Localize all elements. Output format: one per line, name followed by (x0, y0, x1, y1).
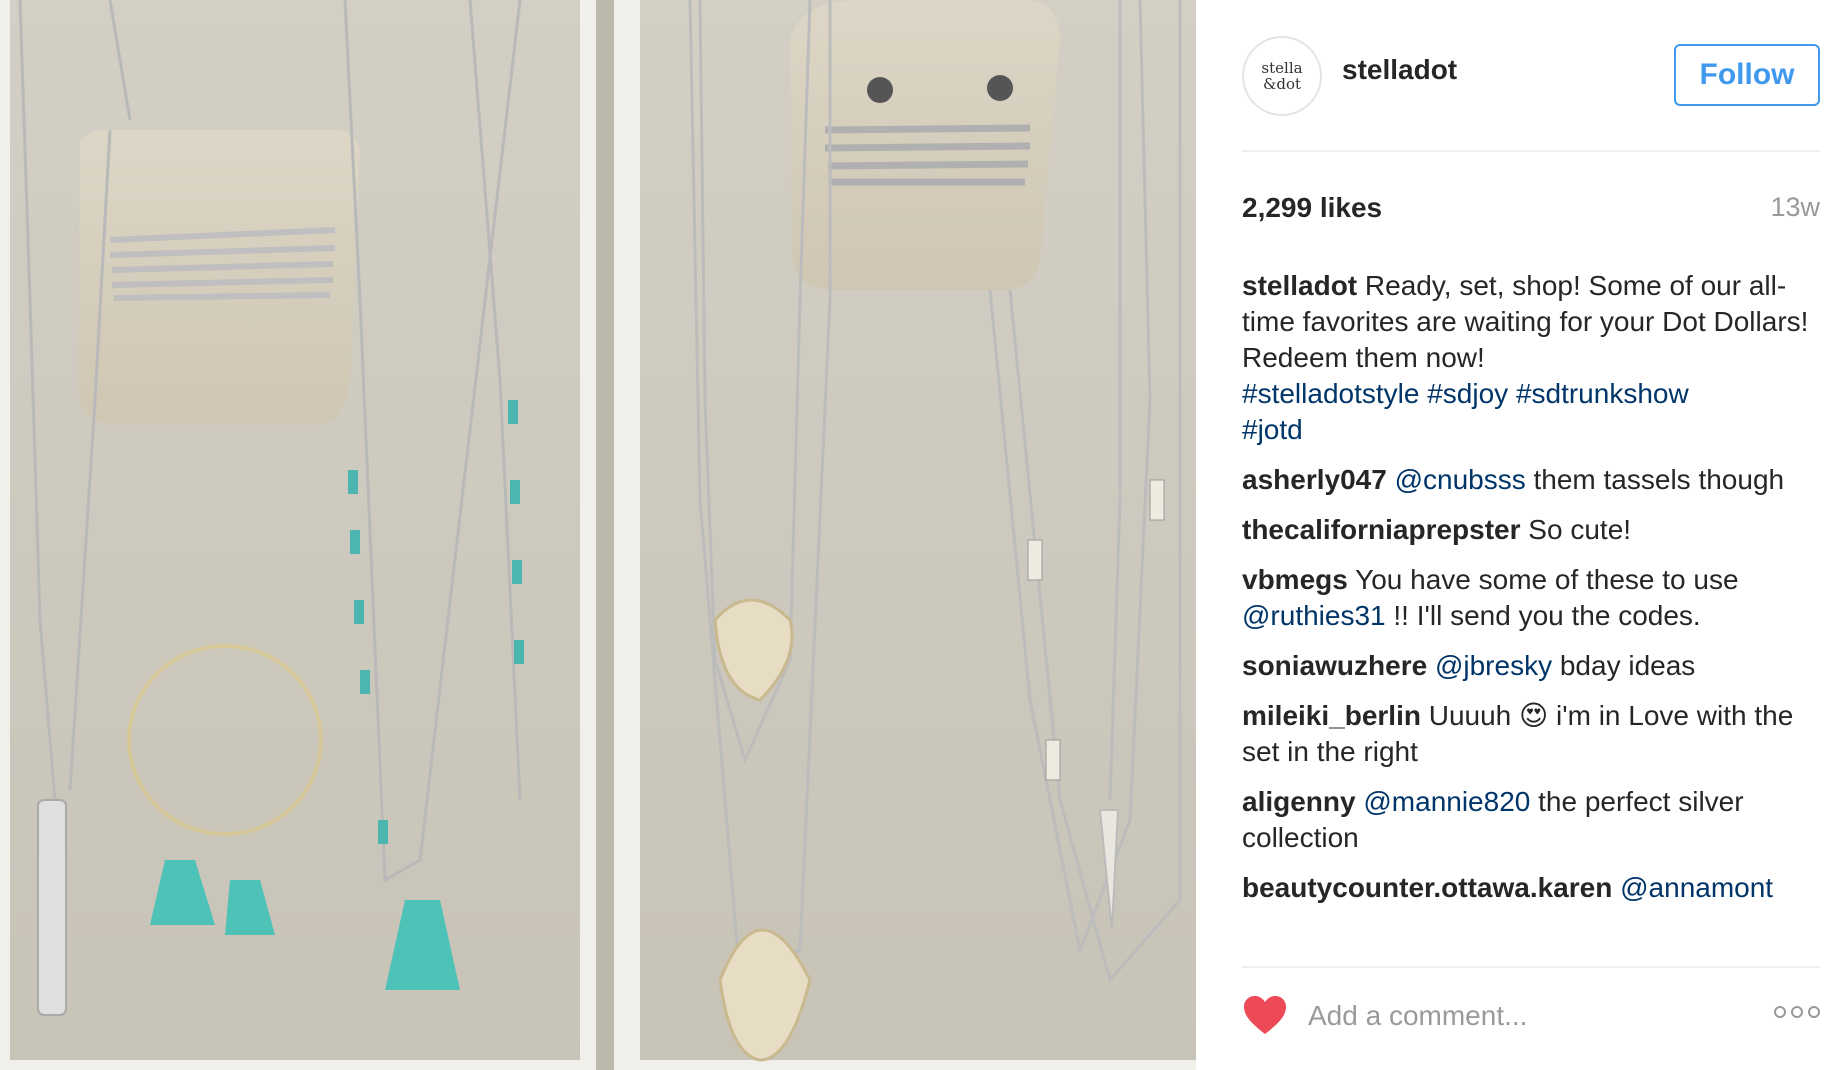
post-photo[interactable] (0, 0, 1196, 1070)
hashtag[interactable]: #jotd (1242, 414, 1303, 445)
dot-icon (1808, 1006, 1820, 1018)
avatar[interactable]: stella &dot (1242, 36, 1322, 116)
post-footer (1242, 990, 1820, 1046)
dot-icon (1791, 1006, 1803, 1018)
comment-text: bday ideas (1552, 650, 1696, 681)
hashtag[interactable]: #stelladotstyle (1242, 378, 1419, 409)
comment-mention[interactable]: @ruthies31 (1242, 600, 1386, 631)
post-meta: 2,299 likes 13w (1242, 192, 1820, 232)
comment-item: soniawuzhere @jbresky bday ideas (1242, 648, 1820, 684)
comment-mention[interactable]: @jbresky (1435, 650, 1552, 681)
comment-username[interactable]: aligenny (1242, 786, 1356, 817)
avatar-line2: &dot (1262, 75, 1301, 93)
comment-username[interactable]: beautycounter.ottawa.karen (1242, 872, 1612, 903)
comment-mention[interactable]: @mannie820 (1363, 786, 1530, 817)
comment-item: thecaliforniaprepster So cute! (1242, 512, 1820, 548)
comment-text: !! I'll send you the codes. (1385, 600, 1701, 631)
avatar-line1: stella (1261, 59, 1303, 77)
comment-item: aligenny @mannie820 the perfect silver c… (1242, 784, 1820, 856)
post-header: stella &dot stelladot Follow (1242, 32, 1820, 152)
comment-item: mileiki_berlin Uuuuh 😍 i'm in Love with … (1242, 698, 1820, 770)
caption: stelladot Ready, set, shop! Some of our … (1242, 268, 1820, 448)
footer-divider (1242, 966, 1820, 968)
dot-icon (1774, 1006, 1786, 1018)
comment-text: them tassels though (1525, 464, 1785, 495)
comment-text: So cute! (1520, 514, 1632, 545)
comment-mention[interactable]: @cnubsss (1395, 464, 1526, 495)
add-comment-input[interactable] (1308, 996, 1738, 1036)
comment-text: You have some of these to use (1347, 564, 1739, 595)
jewelry-photo (0, 0, 1196, 1070)
comment-username[interactable]: mileiki_berlin (1242, 700, 1421, 731)
comment-username[interactable]: asherly047 (1242, 464, 1387, 495)
comment-username[interactable]: soniawuzhere (1242, 650, 1427, 681)
comment-item: vbmegs You have some of these to use @ru… (1242, 562, 1820, 634)
likes-count[interactable]: 2,299 likes (1242, 192, 1382, 224)
heart-icon[interactable] (1242, 994, 1288, 1036)
comment-mention[interactable]: @annamont (1620, 872, 1773, 903)
caption-username[interactable]: stelladot (1242, 270, 1357, 301)
username[interactable]: stelladot (1342, 54, 1457, 86)
comment-text: Uuuuh (1420, 700, 1520, 731)
post-panel: stella &dot stelladot Follow 2,299 likes… (1196, 0, 1834, 1070)
follow-button[interactable]: Follow (1674, 44, 1820, 106)
comment-item: asherly047 @cnubsss them tassels though (1242, 462, 1820, 498)
comment-item: beautycounter.ottawa.karen @annamont (1242, 870, 1820, 906)
hashtag[interactable]: #sdtrunkshow (1516, 378, 1689, 409)
bar-pendant (37, 799, 67, 1016)
comments-list: stelladot Ready, set, shop! Some of our … (1242, 268, 1820, 948)
hashtag[interactable]: #sdjoy (1427, 378, 1508, 409)
comment-username[interactable]: vbmegs (1242, 564, 1348, 595)
post-age[interactable]: 13w (1770, 192, 1820, 223)
more-options-icon[interactable] (1774, 1004, 1820, 1020)
comment-username[interactable]: thecaliforniaprepster (1242, 514, 1521, 545)
heart-eyes-emoji-icon: 😍 (1519, 700, 1549, 731)
